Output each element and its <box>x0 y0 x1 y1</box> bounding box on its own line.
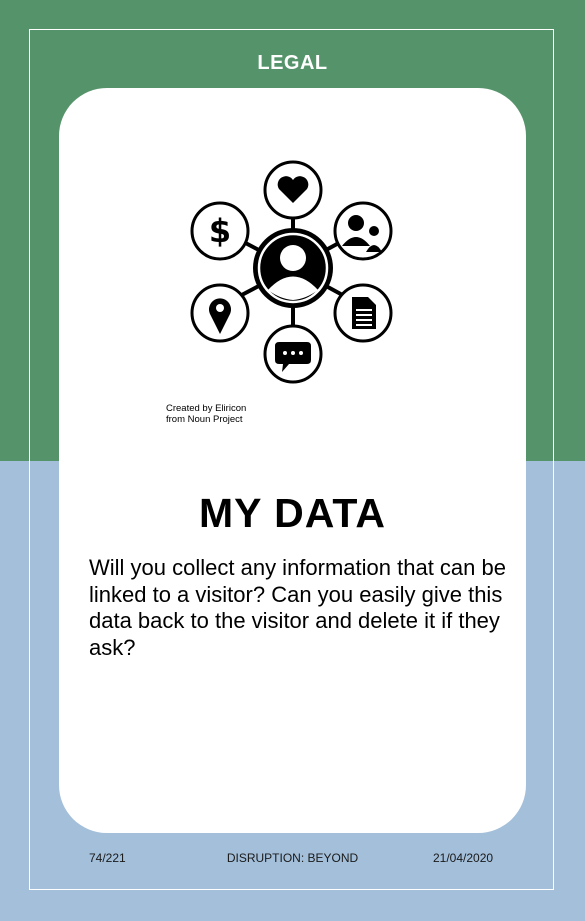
credit-line-2: from Noun Project <box>166 414 243 425</box>
user-icon <box>253 228 333 308</box>
dollar-icon: $ <box>190 201 250 261</box>
footer-deck-name: DISRUPTION: BEYOND <box>226 851 359 865</box>
footer-date: 21/04/2020 <box>433 851 494 865</box>
icon-credit: Created by Eliricon from Noun Project <box>166 403 246 425</box>
category-label: LEGAL <box>257 52 328 74</box>
data-hub-illustration: $ <box>188 158 398 388</box>
document-icon <box>333 283 393 343</box>
location-pin-icon <box>190 283 250 343</box>
svg-text:$: $ <box>209 212 231 250</box>
chat-icon <box>263 324 323 384</box>
credit-line-1: Created by Eliricon <box>166 403 247 414</box>
card-title: MY DATA <box>199 490 386 536</box>
people-icon <box>333 201 393 261</box>
heart-icon <box>263 160 323 220</box>
card-question: Will you collect any information that ca… <box>89 555 506 660</box>
